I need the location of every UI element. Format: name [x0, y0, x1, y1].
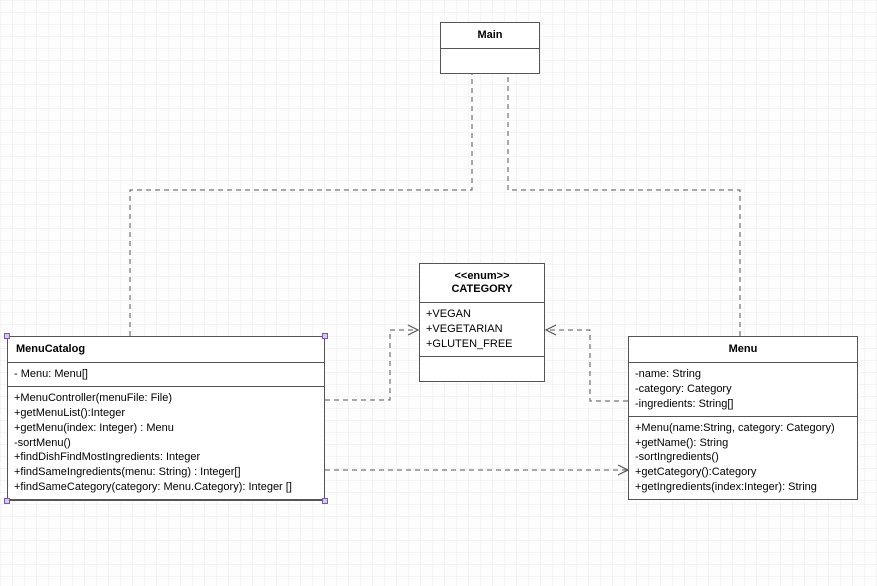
class-main[interactable]: Main — [440, 22, 540, 74]
selection-handle — [4, 333, 10, 339]
enum-value: +VEGAN — [426, 307, 538, 322]
class-category-name: CATEGORY — [451, 283, 512, 295]
operation: +findSameIngredients(menu: String) : Int… — [14, 465, 318, 480]
enum-value: +GLUTEN_FREE — [426, 337, 538, 352]
class-category-values: +VEGAN +VEGETARIAN +GLUTEN_FREE — [420, 303, 544, 357]
operation: +getMenuList():Integer — [14, 406, 318, 421]
class-main-name: Main — [477, 29, 502, 41]
class-main-empty — [441, 49, 539, 73]
class-menu-title: Menu — [629, 337, 857, 363]
operation: +getCategory():Category — [635, 465, 851, 480]
class-menu-ops: +Menu(name:String, category: Category) +… — [629, 417, 857, 499]
attribute: -category: Category — [635, 382, 851, 397]
attribute: - Menu: Menu[] — [14, 367, 318, 382]
class-menucatalog-attrs: - Menu: Menu[] — [8, 363, 324, 387]
class-category-empty — [420, 357, 544, 381]
class-category-stereotype: <<enum>> — [424, 270, 540, 283]
operation: -sortIngredients() — [635, 450, 851, 465]
operation: +MenuController(menuFile: File) — [14, 391, 318, 406]
class-menu-attrs: -name: String -category: Category -ingre… — [629, 363, 857, 417]
selection-handle — [4, 498, 10, 504]
class-menucatalog-title: MenuCatalog — [8, 337, 324, 363]
class-menu-name: Menu — [729, 343, 758, 355]
attribute: -name: String — [635, 367, 851, 382]
operation: +Menu(name:String, category: Category) — [635, 421, 851, 436]
class-main-title: Main — [441, 23, 539, 49]
operation: +getIngredients(index:Integer): String — [635, 480, 851, 495]
class-menucatalog-ops: +MenuController(menuFile: File) +getMenu… — [8, 387, 324, 500]
selection-handle — [322, 498, 328, 504]
selection-handle — [322, 333, 328, 339]
class-menu[interactable]: Menu -name: String -category: Category -… — [628, 336, 858, 500]
class-category[interactable]: <<enum>> CATEGORY +VEGAN +VEGETARIAN +GL… — [419, 263, 545, 382]
class-menucatalog[interactable]: MenuCatalog - Menu: Menu[] +MenuControll… — [7, 336, 325, 501]
operation: +getMenu(index: Integer) : Menu — [14, 421, 318, 436]
operation: +getName(): String — [635, 436, 851, 451]
enum-value: +VEGETARIAN — [426, 322, 538, 337]
attribute: -ingredients: String[] — [635, 397, 851, 412]
operation: +findDishFindMostIngredients: Integer — [14, 450, 318, 465]
operation: -sortMenu() — [14, 436, 318, 451]
class-menucatalog-name: MenuCatalog — [16, 343, 85, 355]
operation: +findSameCategory(category: Menu.Categor… — [14, 480, 318, 495]
class-category-title: <<enum>> CATEGORY — [420, 264, 544, 303]
